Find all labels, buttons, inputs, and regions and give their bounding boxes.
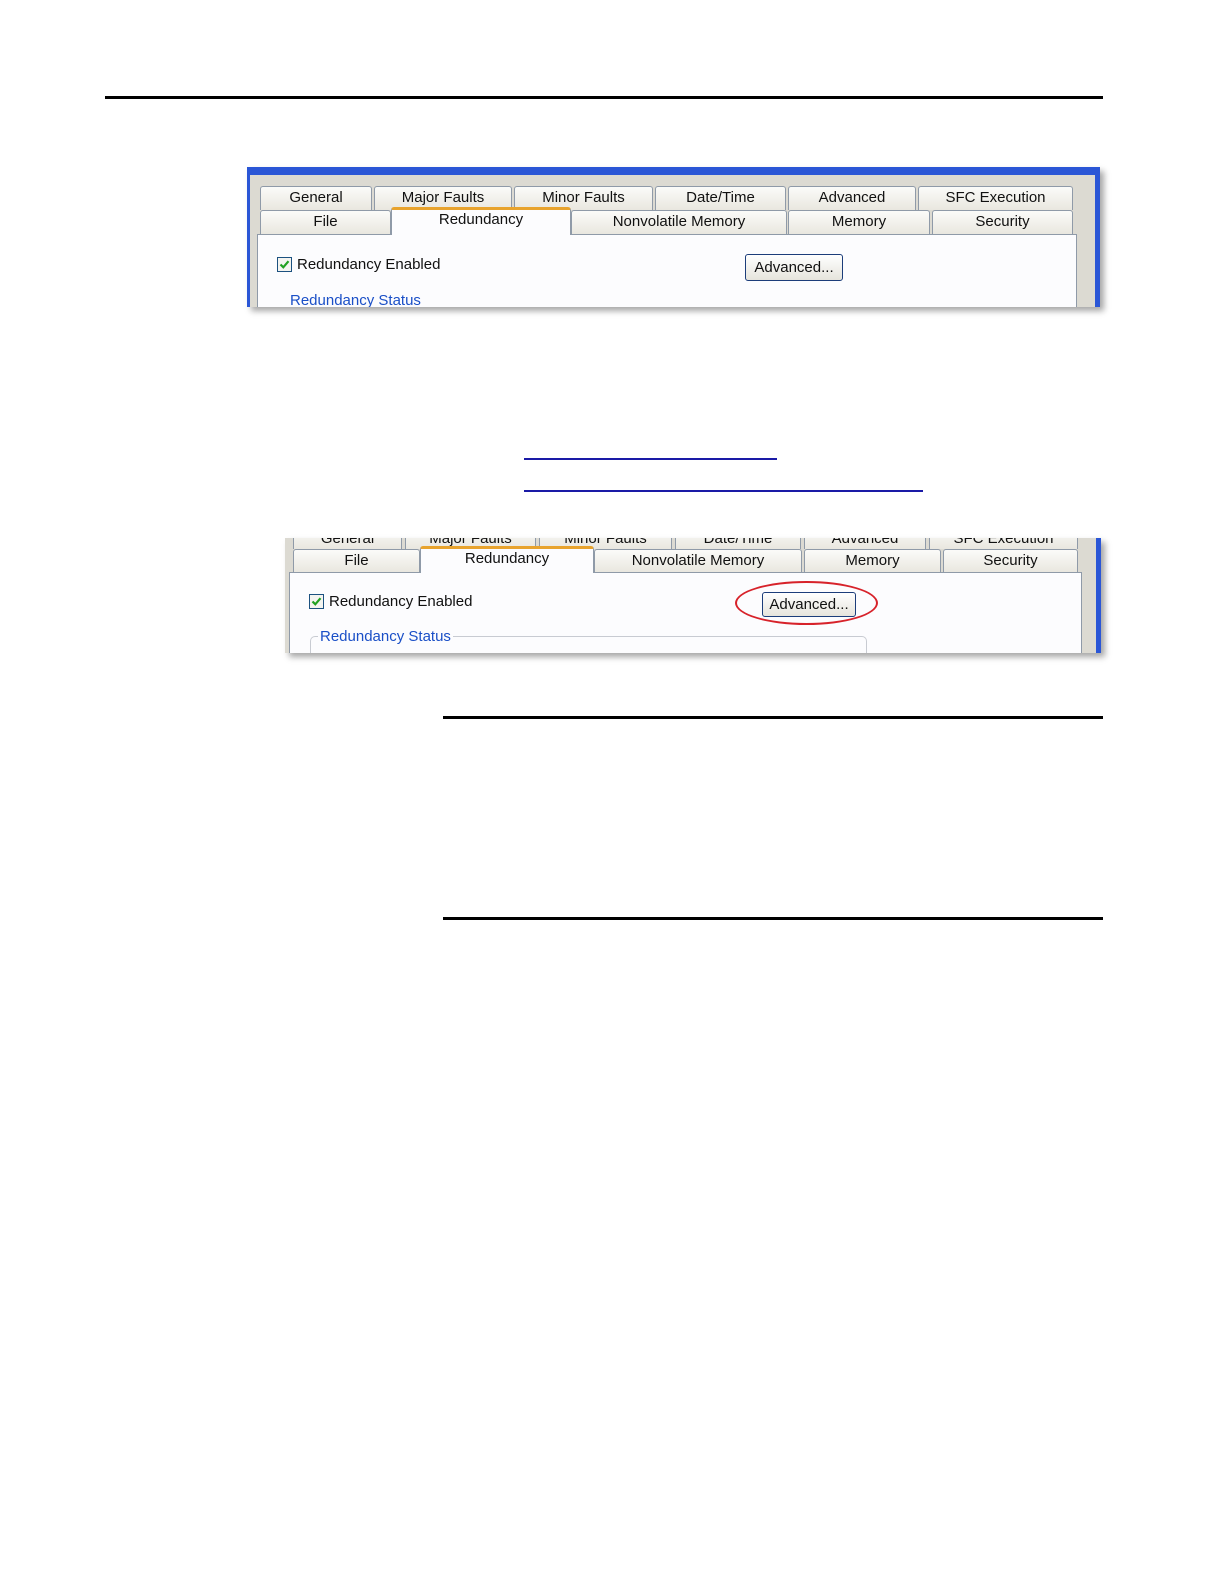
checkmark-icon: [311, 597, 322, 606]
redundancy-status-label: Redundancy Status: [288, 292, 423, 307]
tab-sfc-execution[interactable]: SFC Execution: [929, 538, 1078, 549]
checkmark-icon: [279, 260, 290, 269]
tab-file[interactable]: File: [260, 210, 391, 234]
redundancy-enabled-checkbox[interactable]: [309, 594, 324, 609]
advanced-button[interactable]: Advanced...: [745, 254, 843, 281]
tab-date-time[interactable]: Date/Time: [675, 538, 801, 549]
controller-properties-screenshot-2: General Major Faults Minor Faults Date/T…: [285, 538, 1101, 653]
tab-nonvolatile-memory[interactable]: Nonvolatile Memory: [594, 549, 802, 572]
tab-advanced[interactable]: Advanced: [788, 186, 916, 210]
redundancy-enabled-row[interactable]: Redundancy Enabled: [277, 256, 440, 273]
tab-nonvolatile-memory[interactable]: Nonvolatile Memory: [571, 210, 787, 234]
window-frame-top: [247, 167, 1100, 175]
window-frame-right: [1095, 167, 1100, 307]
note-top-rule: [443, 716, 1103, 719]
window-frame-right: [1096, 538, 1101, 653]
tab-memory[interactable]: Memory: [788, 210, 930, 234]
hyperlink-underline-2[interactable]: [524, 490, 923, 492]
tab-file[interactable]: File: [293, 549, 420, 572]
window-frame-left: [247, 167, 250, 307]
callout-oval: [735, 581, 878, 625]
redundancy-enabled-row[interactable]: Redundancy Enabled: [309, 593, 472, 610]
redundancy-panel: Redundancy Enabled Advanced... Redundanc…: [289, 572, 1082, 653]
hyperlink-underline-1[interactable]: [524, 458, 777, 460]
tab-general[interactable]: General: [260, 186, 372, 210]
tab-date-time[interactable]: Date/Time: [655, 186, 786, 210]
redundancy-enabled-label: Redundancy Enabled: [297, 256, 441, 273]
controller-properties-screenshot-1: General Major Faults Minor Faults Date/T…: [247, 167, 1100, 307]
note-bottom-rule: [443, 917, 1103, 920]
redundancy-enabled-checkbox[interactable]: [277, 257, 292, 272]
tab-general[interactable]: General: [293, 538, 402, 549]
redundancy-status-label: Redundancy Status: [318, 628, 453, 645]
tab-advanced[interactable]: Advanced: [804, 538, 926, 549]
tab-sfc-execution[interactable]: SFC Execution: [918, 186, 1073, 210]
tab-redundancy[interactable]: Redundancy: [391, 207, 571, 235]
header-rule: [105, 96, 1103, 99]
redundancy-enabled-label: Redundancy Enabled: [329, 593, 473, 610]
redundancy-panel: Redundancy Enabled Advanced... Redundanc…: [257, 234, 1077, 307]
tab-security[interactable]: Security: [932, 210, 1073, 234]
tab-redundancy[interactable]: Redundancy: [420, 546, 594, 573]
tab-security[interactable]: Security: [943, 549, 1078, 572]
tab-memory[interactable]: Memory: [804, 549, 941, 572]
